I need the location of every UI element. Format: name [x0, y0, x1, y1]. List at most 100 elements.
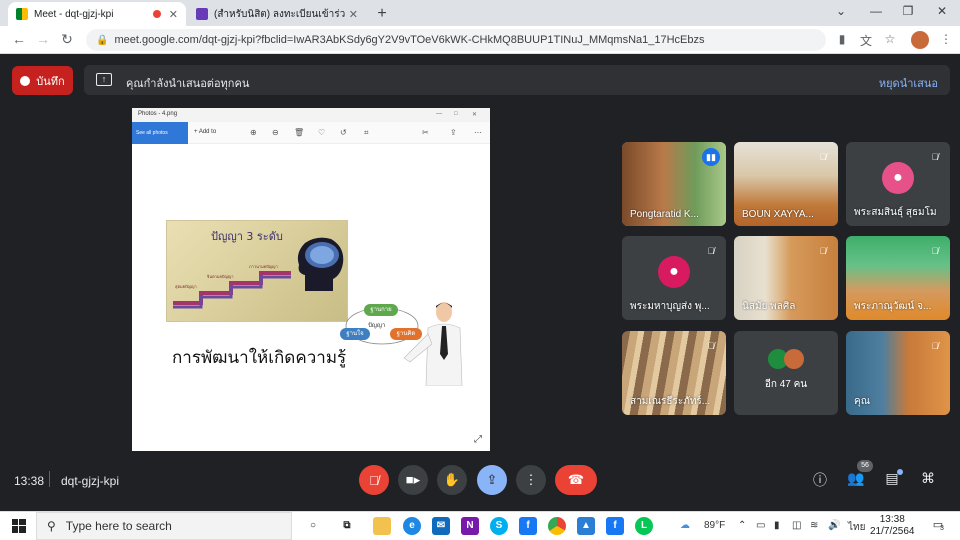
- recording-indicator-icon: [152, 10, 161, 18]
- browser-tab-bar: Meet - dqt-gjzj-kpi ✕ (สำหรับนิสิต) ลงทะ…: [0, 0, 960, 26]
- edit-icon: ✂: [422, 128, 429, 137]
- battery-icon[interactable]: ▮: [774, 520, 780, 531]
- photos-minimize-icon: —: [436, 111, 442, 117]
- meeting-code: dqt-gjzj-kpi: [61, 474, 120, 488]
- wisdom-label: ปัญญา: [368, 322, 386, 329]
- facebook-icon[interactable]: f: [606, 517, 624, 535]
- minimize-icon[interactable]: —: [868, 4, 884, 18]
- onenote-icon[interactable]: N: [461, 517, 479, 535]
- translate-icon[interactable]: 文: [858, 32, 874, 49]
- activities-icon[interactable]: ⌘: [918, 470, 938, 487]
- edge-icon[interactable]: e: [403, 517, 421, 535]
- show-hidden-icons-icon[interactable]: ⌃: [738, 520, 746, 531]
- participant-avatar: [784, 349, 804, 369]
- mail-icon[interactable]: ✉: [432, 517, 450, 535]
- participant-tile[interactable]: 🎙̸ สามเณรธีระภัทร์...: [622, 331, 726, 415]
- close-tab-icon[interactable]: ✕: [349, 8, 358, 21]
- address-bar: ← → ↻ 🔒 meet.google.com/dqt-gjzj-kpi?fbc…: [0, 26, 960, 54]
- participant-tile[interactable]: 🎙̸ พระภาณุวัฒน์ จ...: [846, 236, 950, 320]
- people-icon[interactable]: 👥: [846, 470, 866, 487]
- chat-notification-dot: [897, 469, 903, 475]
- facebook-icon[interactable]: f: [519, 517, 537, 535]
- reload-icon[interactable]: ↻: [58, 31, 76, 48]
- participant-tile[interactable]: 🎙̸ นิสมัย พลศิล: [734, 236, 838, 320]
- network-icon[interactable]: ◫: [792, 520, 801, 531]
- weather-icon[interactable]: ☁: [680, 520, 690, 531]
- participant-tile[interactable]: ● 🎙̸ พระมหาบุญส่ง พุ...: [622, 236, 726, 320]
- meet-tray-icon[interactable]: ▭: [756, 520, 765, 531]
- weather-temp[interactable]: 89°F: [704, 520, 725, 531]
- taskbar-clock[interactable]: 13:38 21/7/2564: [870, 514, 915, 538]
- windows-start-icon[interactable]: [12, 519, 26, 533]
- camera-toggle-button[interactable]: ■▸: [398, 465, 428, 495]
- task-view-icon[interactable]: ⧉: [338, 517, 356, 535]
- restore-icon[interactable]: ❐: [900, 4, 916, 18]
- mic-off-icon: 🎙̸: [707, 341, 715, 351]
- meet-favicon-icon: [16, 8, 28, 20]
- close-window-icon[interactable]: ✕: [934, 4, 950, 18]
- shared-screen: Photos - 4.png — □ ✕ See all photos + Ad…: [132, 108, 490, 451]
- stair-label-2: จินตามยปัญญา: [207, 274, 234, 279]
- bookmark-star-icon[interactable]: ☆: [882, 32, 898, 46]
- volume-icon[interactable]: 🔊: [828, 520, 840, 531]
- windows-taskbar: ⚲ Type here to search ○ ⧉ e ✉ N S f ▲ f …: [0, 511, 960, 540]
- wifi-icon[interactable]: ≋: [810, 520, 818, 531]
- menu-dots-icon[interactable]: ⋮: [938, 32, 954, 46]
- participant-name: พระมหาบุญส่ง พุ...: [630, 301, 710, 312]
- back-icon[interactable]: ←: [10, 31, 28, 47]
- camera-icon[interactable]: ▮: [834, 32, 850, 46]
- close-tab-icon[interactable]: ✕: [169, 8, 178, 21]
- participant-name: คุณ: [854, 396, 870, 407]
- hang-up-icon: ☎: [567, 472, 585, 487]
- language-indicator[interactable]: ไทย: [848, 520, 865, 535]
- new-tab-icon[interactable]: +: [374, 5, 390, 23]
- leave-call-button[interactable]: ☎: [555, 465, 597, 495]
- profile-avatar[interactable]: [911, 31, 929, 49]
- mic-toggle-button[interactable]: 🎙̸: [359, 465, 389, 495]
- url-field[interactable]: 🔒 meet.google.com/dqt-gjzj-kpi?fbclid=Iw…: [86, 29, 826, 51]
- add-to-button: + Add to: [194, 129, 217, 135]
- zoom-out-icon: ⊖: [272, 128, 279, 137]
- search-icon: ⚲: [47, 519, 56, 533]
- chrome-icon[interactable]: [548, 517, 566, 535]
- delete-icon: 🗑: [294, 128, 305, 137]
- tab-search-icon[interactable]: ⌄: [833, 4, 849, 18]
- participant-name: สามเณรธีระภัทร์...: [630, 396, 711, 407]
- stair-label-3: ภาวนามยปัญญา: [249, 264, 278, 269]
- self-tile[interactable]: 🎙̸ คุณ: [846, 331, 950, 415]
- photos-toolbar: See all photos + Add to ⊕ ⊖ 🗑 ♡ ↺ ⌗ ✂ ⇪ …: [132, 122, 490, 144]
- forward-icon[interactable]: →: [34, 31, 52, 47]
- stop-presenting-button[interactable]: หยุดนำเสนอ: [879, 74, 938, 92]
- speaking-indicator-icon: ▮▮: [702, 148, 720, 166]
- file-explorer-icon[interactable]: [373, 517, 391, 535]
- more-participants-tile[interactable]: อีก 47 คน: [734, 331, 838, 415]
- participant-avatar: ●: [882, 162, 914, 194]
- line-icon[interactable]: L: [635, 517, 653, 535]
- taskbar-search[interactable]: ⚲ Type here to search: [36, 512, 292, 540]
- more-options-button[interactable]: ⋮: [516, 465, 546, 495]
- base-mind-pill: ฐานใจ: [340, 328, 370, 340]
- zoom-in-icon: ⊕: [250, 128, 257, 137]
- tab-meet[interactable]: Meet - dqt-gjzj-kpi ✕: [8, 2, 186, 26]
- tab-registration[interactable]: (สำหรับนิสิต) ลงทะเบียนเข้าร่วมกิจกรรม ✕: [188, 2, 366, 26]
- meeting-details-icon[interactable]: ⓘ: [810, 470, 830, 490]
- record-dot-icon: [20, 75, 31, 86]
- raise-hand-button[interactable]: ✋: [437, 465, 467, 495]
- participant-tile[interactable]: ▮▮ Pongtaratid K...: [622, 142, 726, 226]
- participant-name: พระภาณุวัฒน์ จ...: [854, 301, 932, 312]
- slide-title: ปัญญา 3 ระดับ: [211, 230, 283, 243]
- participant-tile[interactable]: ● 🎙̸ พระสมสินธุ์ สุธมโม: [846, 142, 950, 226]
- stair-label-1: สุตมยปัญญา: [175, 284, 197, 289]
- record-button[interactable]: บันทึก: [12, 66, 73, 95]
- presenting-text: คุณกำลังนำเสนอต่อทุกคน: [126, 78, 250, 90]
- crop-icon: ⌗: [364, 128, 369, 137]
- brain-head-icon: [297, 237, 344, 291]
- skype-icon[interactable]: S: [490, 517, 508, 535]
- presenting-banner: ↑ คุณกำลังนำเสนอต่อทุกคน หยุดนำเสนอ: [84, 65, 950, 95]
- present-button[interactable]: ⇪: [477, 465, 507, 495]
- lock-icon: 🔒: [96, 34, 109, 46]
- cortana-icon[interactable]: ○: [304, 517, 322, 535]
- participant-tile[interactable]: 🎙̸ BOUN XAYYA...: [734, 142, 838, 226]
- photos-icon[interactable]: ▲: [577, 517, 595, 535]
- base-body-pill: ฐานกาย: [364, 304, 398, 316]
